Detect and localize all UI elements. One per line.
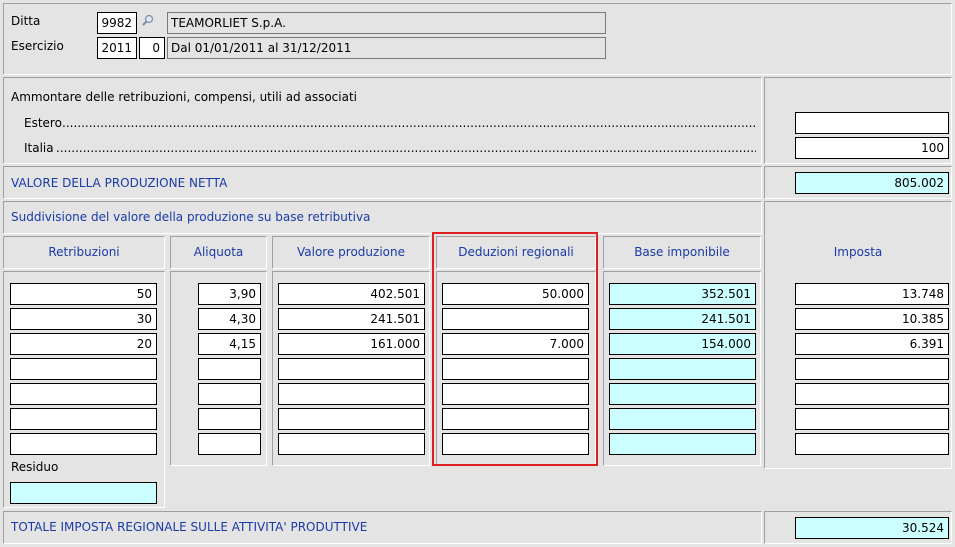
valore-produzione-cell[interactable]: 241.501 xyxy=(278,308,425,330)
base-imponibile-cell: 352.501 xyxy=(609,283,756,305)
ditta-label: Ditta xyxy=(11,14,41,28)
imposta-cell[interactable] xyxy=(795,433,949,455)
aliquota-cell[interactable] xyxy=(198,358,261,380)
base-imponibile-cell: 241.501 xyxy=(609,308,756,330)
retribuzioni-cell[interactable]: 30 xyxy=(10,308,157,330)
esercizio-period-field: Dal 01/01/2011 al 31/12/2011 xyxy=(167,37,606,59)
totale-field: 30.524 xyxy=(795,517,949,539)
estero-leader-dots: ........................................… xyxy=(62,116,756,130)
valore-produzione-cell[interactable]: 402.501 xyxy=(278,283,425,305)
valore-produzione-cell[interactable] xyxy=(278,433,425,455)
imposta-cell[interactable] xyxy=(795,408,949,430)
ammontare-title: Ammontare delle retribuzioni, compensi, … xyxy=(11,90,358,104)
imposta-cell[interactable] xyxy=(795,358,949,380)
valore-netta-label: VALORE DELLA PRODUZIONE NETTA xyxy=(11,176,228,190)
imposta-cell[interactable]: 13.748 xyxy=(795,283,949,305)
base-imponibile-cell xyxy=(609,408,756,430)
retribuzioni-cell[interactable]: 20 xyxy=(10,333,157,355)
retribuzioni-cell[interactable] xyxy=(10,358,157,380)
residuo-label: Residuo xyxy=(11,460,59,474)
esercizio-label: Esercizio xyxy=(11,39,64,53)
retribuzioni-cell[interactable] xyxy=(10,433,157,455)
retribuzioni-cell[interactable] xyxy=(10,408,157,430)
retribuzioni-cell[interactable]: 50 xyxy=(10,283,157,305)
base-imponibile-cell xyxy=(609,433,756,455)
base-imponibile-cell: 154.000 xyxy=(609,333,756,355)
italia-leader-dots: ........................................… xyxy=(56,141,756,155)
aliquota-cell[interactable]: 3,90 xyxy=(198,283,261,305)
totale-label: TOTALE IMPOSTA REGIONALE SULLE ATTIVITA'… xyxy=(11,520,368,534)
retribuzioni-header: Retribuzioni xyxy=(48,245,120,259)
valore-produzione-cell[interactable] xyxy=(278,358,425,380)
ditta-name-field: TEAMORLIET S.p.A. xyxy=(167,12,606,34)
esercizio-year-field[interactable]: 2011 xyxy=(97,37,137,59)
base-imponibile-cell xyxy=(609,383,756,405)
aliquota-cell[interactable] xyxy=(198,433,261,455)
base-imponibile-cell xyxy=(609,358,756,380)
residuo-field xyxy=(10,482,157,504)
aliquota-cell[interactable] xyxy=(198,408,261,430)
imposta-cell[interactable]: 10.385 xyxy=(795,308,949,330)
ditta-code-field[interactable]: 9982 xyxy=(97,12,137,34)
aliquota-cell[interactable] xyxy=(198,383,261,405)
aliquota-header: Aliquota xyxy=(193,245,244,259)
valore-produzione-cell[interactable] xyxy=(278,408,425,430)
valore-netta-field: 805.002 xyxy=(795,172,949,194)
imposta-cell[interactable] xyxy=(795,383,949,405)
italia-field[interactable]: 100 xyxy=(795,137,949,159)
valore-produzione-cell[interactable] xyxy=(278,383,425,405)
imposta-header: Imposta xyxy=(833,245,883,259)
suddivisione-title: Suddivisione del valore della produzione… xyxy=(11,210,371,224)
valore-produzione-header: Valore produzione xyxy=(297,245,405,259)
imposta-cell[interactable]: 6.391 xyxy=(795,333,949,355)
estero-label: Estero xyxy=(24,116,62,130)
magnifier-icon[interactable] xyxy=(141,14,155,28)
base-imponibile-header: Base imponibile xyxy=(634,245,730,259)
retribuzioni-cell[interactable] xyxy=(10,383,157,405)
estero-field[interactable] xyxy=(795,112,949,134)
deduzioni-highlight-box xyxy=(432,232,598,466)
valore-produzione-cell[interactable]: 161.000 xyxy=(278,333,425,355)
aliquota-cell[interactable]: 4,15 xyxy=(198,333,261,355)
aliquota-cell[interactable]: 4,30 xyxy=(198,308,261,330)
esercizio-number-field[interactable]: 0 xyxy=(139,37,165,59)
italia-label: Italia xyxy=(24,141,54,155)
